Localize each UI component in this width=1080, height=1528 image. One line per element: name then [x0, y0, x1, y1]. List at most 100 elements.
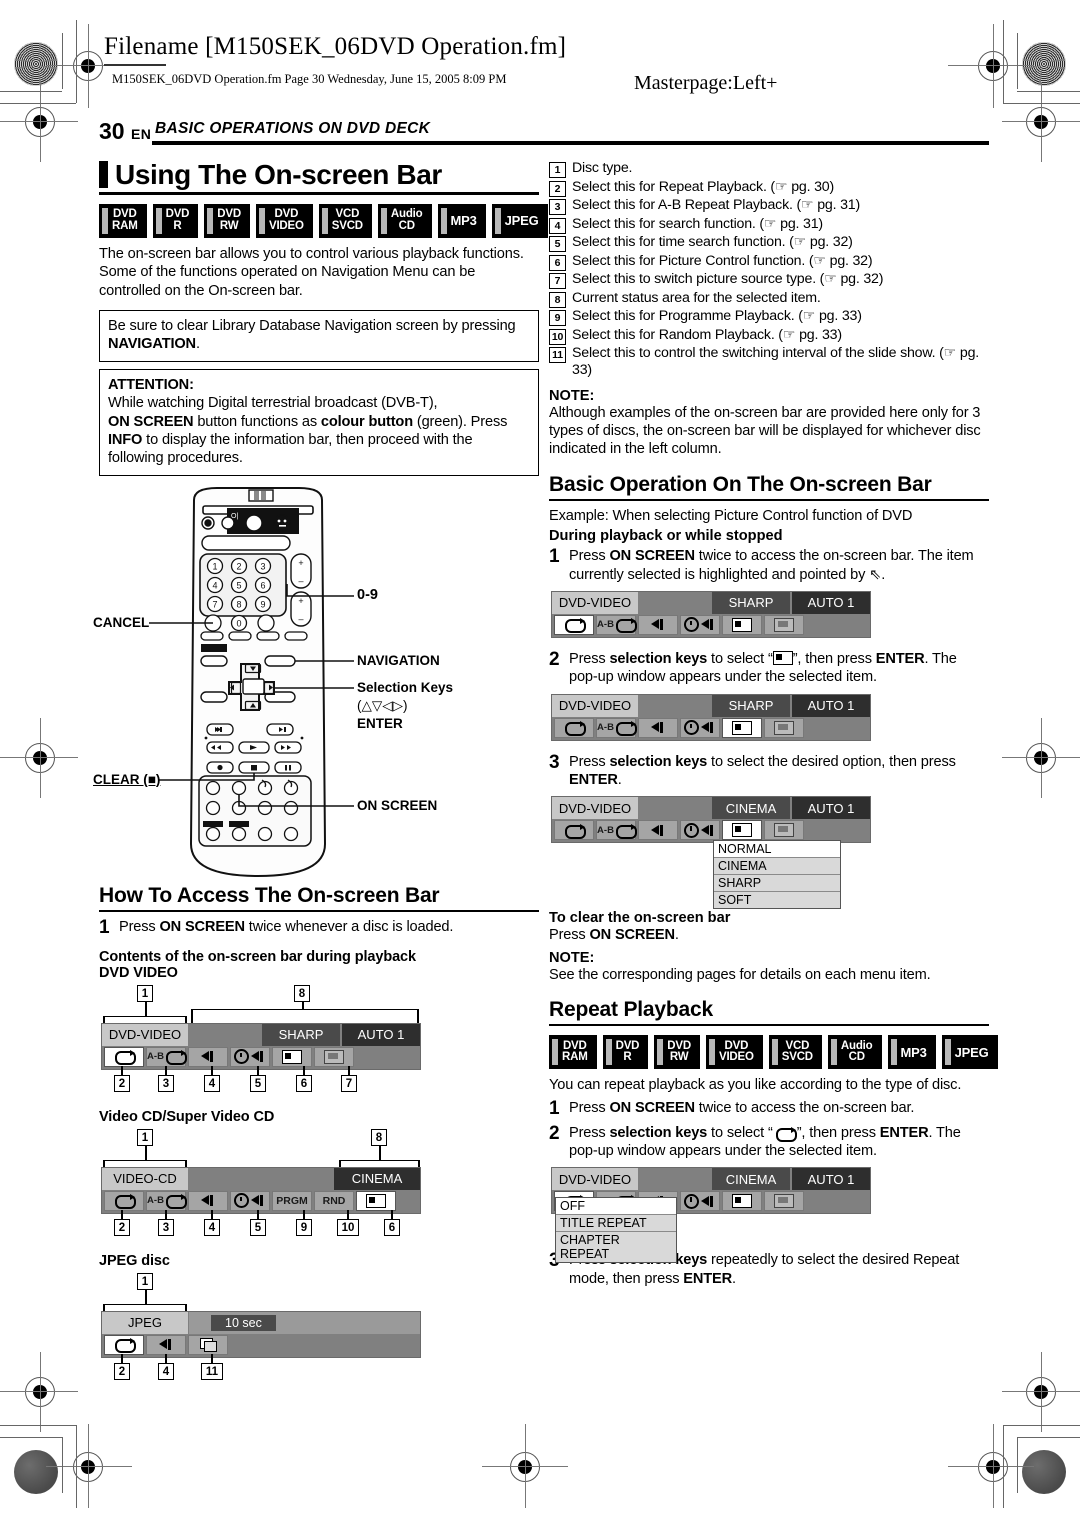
slide-interval-value[interactable]: 10 sec: [211, 1314, 276, 1331]
attention-line-4: following procedures.: [108, 450, 243, 467]
repeat-mode-popup[interactable]: OFF TITLE REPEAT CHAPTER REPEAT: [555, 1197, 677, 1264]
disc-badge-dvd-r: DVD R: [152, 203, 199, 238]
osb-random-cell[interactable]: RND: [314, 1190, 354, 1211]
osb-ab-repeat-cell[interactable]: A-B: [146, 1046, 187, 1067]
osb-search-cell[interactable]: [638, 614, 678, 635]
basic-operation-rule: [549, 498, 989, 501]
step-text: Press selection keys to select “ ”, then …: [569, 650, 989, 687]
crop-mark: [1017, 33, 1018, 89]
repeat-mode-option[interactable]: TITLE REPEAT: [556, 1215, 676, 1233]
osb-repeat-cell[interactable]: [104, 1046, 144, 1067]
osb-repeat-cell[interactable]: [554, 820, 594, 841]
svg-text:6: 6: [260, 580, 265, 590]
disc-badge-audio-cd: Audio CD: [377, 203, 432, 238]
legend-item-7: 7 Select this to switch picture source ty…: [549, 271, 989, 289]
picture-control-option[interactable]: SHARP: [714, 875, 840, 893]
picture-control-option[interactable]: SOFT: [714, 892, 840, 909]
osb-ab-repeat-cell[interactable]: A-B: [596, 820, 637, 841]
osb-picture-control-cell[interactable]: [722, 614, 762, 635]
osb-picture-source-cell[interactable]: [764, 717, 804, 738]
osb-time-search-cell[interactable]: [680, 820, 720, 841]
repeat-mode-option[interactable]: CHAPTER REPEAT: [556, 1232, 676, 1263]
callout-2: 2: [114, 1362, 130, 1380]
osb-time-search-cell[interactable]: [230, 1190, 270, 1211]
on-screen-button-name: ON SCREEN: [609, 1099, 695, 1116]
picture-source-icon: [774, 823, 794, 838]
osb-time-search-cell[interactable]: [680, 614, 720, 635]
picture-source-icon: [774, 720, 794, 735]
osb-picture-control-cell[interactable]: [722, 1191, 762, 1212]
osb-search-cell[interactable]: [638, 717, 678, 738]
step-text: Press ON SCREEN twice whenever a disc is…: [119, 918, 539, 937]
osb-time-search-cell[interactable]: [680, 1191, 720, 1212]
osb-search-cell[interactable]: [188, 1190, 228, 1211]
picture-control-popup[interactable]: NORMAL CINEMA SHARP SOFT: [713, 840, 841, 910]
osb-picture-control-cell[interactable]: [722, 820, 762, 841]
attention-line2-end: (green). Press: [412, 413, 508, 430]
picture-control-option[interactable]: CINEMA: [714, 858, 840, 876]
osb-picture-control-cell[interactable]: [356, 1190, 396, 1211]
remote-control-svg: O| 1 2 3 4 5 6 7 8 9 0 +– +–: [149, 486, 354, 877]
enter-button-name: ENTER: [683, 1270, 732, 1287]
note-block-1: NOTE: Although examples of the on-screen…: [549, 388, 989, 459]
step-text: Press ON SCREEN twice to access the on-s…: [569, 547, 989, 584]
osb-time-search-cell[interactable]: [230, 1046, 270, 1067]
svg-text:4: 4: [212, 580, 217, 590]
contents-title: Contents of the on-screen bar during pla…: [99, 948, 416, 965]
osb-ab-repeat-cell[interactable]: A-B: [146, 1190, 187, 1211]
osb-picture-source-cell[interactable]: [764, 1191, 804, 1212]
search-skip-icon: [701, 619, 716, 631]
badge-tab-icon: [890, 1039, 897, 1066]
repeat-mode-option[interactable]: OFF: [556, 1198, 676, 1216]
osb-repeat-cell[interactable]: [104, 1334, 144, 1355]
osb-picture-source-cell[interactable]: [314, 1046, 354, 1067]
osb-spacer: [639, 591, 711, 614]
step-number: 2: [549, 1122, 560, 1144]
picture-control-option[interactable]: NORMAL: [714, 841, 840, 859]
osb-repeat-cell[interactable]: [554, 717, 594, 738]
osb-ab-repeat-cell[interactable]: A-B: [596, 614, 637, 635]
intro-paragraph: The on-screen bar allows you to control …: [99, 245, 524, 299]
badge-label: DVD R: [165, 208, 190, 232]
attention-line2-mid: button functions as: [193, 413, 321, 430]
dvd-video-label: DVD VIDEO: [99, 964, 178, 981]
legend-text: Select this for Programme Playback. (☞ p…: [572, 308, 862, 324]
osb-search-cell[interactable]: [146, 1334, 186, 1355]
osb-status-source: AUTO 1: [792, 694, 870, 717]
remote-control-diagram: O| 1 2 3 4 5 6 7 8 9 0 + – + – 0-9 CANCE…: [93, 484, 539, 884]
osb-search-cell[interactable]: [638, 820, 678, 841]
osb-slideshow-cell[interactable]: [188, 1334, 228, 1355]
step-text: Press selection keys to select the desir…: [569, 753, 989, 790]
disc-badge-mp3: MP3: [437, 203, 486, 238]
osb-time-search-cell[interactable]: [680, 717, 720, 738]
osb-ab-repeat-cell[interactable]: A-B: [596, 717, 637, 738]
note-text: See the corresponding pages for details …: [549, 966, 931, 983]
osb-icon-row: A-B: [552, 614, 870, 637]
osb-picture-control-cell[interactable]: [722, 717, 762, 738]
osb-programme-cell[interactable]: PRGM: [272, 1190, 312, 1211]
badge-label: DVD RAM: [562, 1039, 588, 1064]
osb-repeat-cell[interactable]: [554, 614, 594, 635]
remote-enter-button: [242, 677, 265, 695]
callout-leader: [145, 1145, 147, 1160]
remote-on-screen-button: [231, 780, 247, 795]
osb-picture-control-cell[interactable]: [272, 1046, 312, 1067]
step-text-c: ”, then press: [792, 650, 876, 667]
search-skip-icon: [251, 1051, 266, 1063]
osb-picture-source-cell[interactable]: [764, 614, 804, 635]
svg-text:1: 1: [212, 561, 217, 571]
on-screen-bar-video-cd: VIDEO-CD CINEMA A-B PRGM RND: [101, 1166, 421, 1214]
step-text-a: Press: [569, 1124, 610, 1141]
osb-repeat-cell[interactable]: [104, 1190, 144, 1211]
callout-leader: [347, 1209, 349, 1219]
osb-search-cell[interactable]: [188, 1046, 228, 1067]
callout-leader: [303, 1065, 305, 1075]
legend-text: Select this to control the switching int…: [572, 345, 980, 379]
jpeg-bar-figure: 1 JPEG 10 sec 2 4 11: [99, 1272, 539, 1383]
callout-3: 3: [158, 1218, 174, 1236]
badge-label: DVD RAM: [112, 208, 138, 232]
osb-picture-source-cell[interactable]: [764, 820, 804, 841]
remote-label-clear: CLEAR (■): [93, 771, 161, 787]
legend-item-10: 10 Select this for Random Playback. (☞ pg…: [549, 327, 989, 345]
basic-step-2: 2 Press selection keys to select “ ”, the…: [549, 650, 989, 687]
